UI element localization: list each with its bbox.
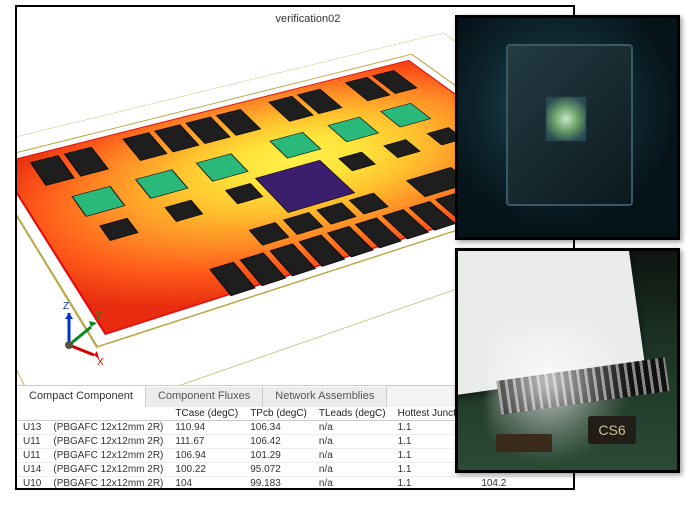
cell: 106.42 bbox=[244, 435, 313, 449]
cell: n/a bbox=[313, 477, 392, 491]
cell: (PBGAFC 12x12mm 2R) bbox=[47, 463, 169, 477]
cell: U11 bbox=[17, 435, 47, 449]
cell: (PBGAFC 12x12mm 2R) bbox=[47, 435, 169, 449]
chip bbox=[99, 218, 138, 241]
chip bbox=[225, 183, 264, 204]
cell: (PBGAFC 12x12mm 2R) bbox=[47, 421, 169, 435]
cell: 110.94 bbox=[169, 421, 244, 435]
chip-green bbox=[327, 117, 379, 142]
cell: n/a bbox=[313, 435, 392, 449]
cell: 104 bbox=[169, 477, 244, 491]
inset-photo-burnt-die bbox=[455, 15, 680, 240]
cell: 111.67 bbox=[169, 435, 244, 449]
table-row[interactable]: U10(PBGAFC 12x12mm 2R)10499.183n/a1.1104… bbox=[17, 477, 573, 491]
chip bbox=[355, 218, 402, 249]
col-tcase[interactable]: TCase (degC) bbox=[169, 407, 244, 421]
chip-green bbox=[269, 132, 321, 159]
cell: 106.34 bbox=[244, 421, 313, 435]
cell: 95.072 bbox=[244, 463, 313, 477]
chip-green bbox=[71, 186, 125, 217]
die-damage-spot bbox=[546, 97, 586, 141]
col-tpcb[interactable]: TPcb (degC) bbox=[244, 407, 313, 421]
axis-z-label: Z bbox=[63, 301, 69, 312]
inset-photo-smoking-chip: CS6 bbox=[455, 248, 680, 473]
chip bbox=[338, 152, 376, 171]
chip bbox=[240, 253, 287, 287]
cell: U10 bbox=[17, 477, 47, 491]
chip bbox=[209, 262, 256, 297]
tab-compact-component[interactable]: Compact Component bbox=[17, 386, 146, 407]
col-blank2[interactable] bbox=[47, 407, 169, 421]
tab-component-fluxes[interactable]: Component Fluxes bbox=[146, 386, 263, 407]
cell: U13 bbox=[17, 421, 47, 435]
capacitor-label: CS6 bbox=[588, 416, 636, 444]
chip-main bbox=[255, 160, 355, 213]
cell: 100.22 bbox=[169, 463, 244, 477]
chip-green bbox=[135, 170, 188, 200]
cell: n/a bbox=[313, 463, 392, 477]
chip bbox=[409, 201, 456, 231]
scene bbox=[284, 173, 285, 174]
chip bbox=[349, 193, 389, 215]
chip bbox=[383, 140, 421, 159]
smd-part bbox=[496, 434, 552, 452]
chip bbox=[316, 203, 356, 225]
col-tleads[interactable]: TLeads (degC) bbox=[313, 407, 392, 421]
axis-y-label: Y bbox=[95, 311, 102, 322]
cell: 104.2 bbox=[475, 477, 573, 491]
chip bbox=[382, 210, 429, 240]
axis-triad-icon: X Y Z bbox=[39, 297, 109, 367]
chip bbox=[283, 212, 324, 235]
axis-x-label: X bbox=[97, 357, 104, 367]
cell: 101.29 bbox=[244, 449, 313, 463]
cell: 99.183 bbox=[244, 477, 313, 491]
cell: n/a bbox=[313, 449, 392, 463]
scene-label: verification02 bbox=[276, 13, 341, 25]
chip bbox=[269, 244, 316, 277]
chip bbox=[298, 235, 345, 267]
chip bbox=[249, 222, 290, 245]
chip bbox=[327, 226, 374, 258]
tab-network-assemblies[interactable]: Network Assemblies bbox=[263, 386, 387, 407]
chip bbox=[164, 200, 203, 222]
cell: U14 bbox=[17, 463, 47, 477]
cell: U11 bbox=[17, 449, 47, 463]
cell: 1.1 bbox=[392, 477, 476, 491]
chip-green bbox=[196, 154, 249, 182]
cell: n/a bbox=[313, 421, 392, 435]
cell: (PBGAFC 12x12mm 2R) bbox=[47, 449, 169, 463]
chip-green bbox=[380, 103, 431, 127]
cell: (PBGAFC 12x12mm 2R) bbox=[47, 477, 169, 491]
cell: 106.94 bbox=[169, 449, 244, 463]
col-blank1[interactable] bbox=[17, 407, 47, 421]
